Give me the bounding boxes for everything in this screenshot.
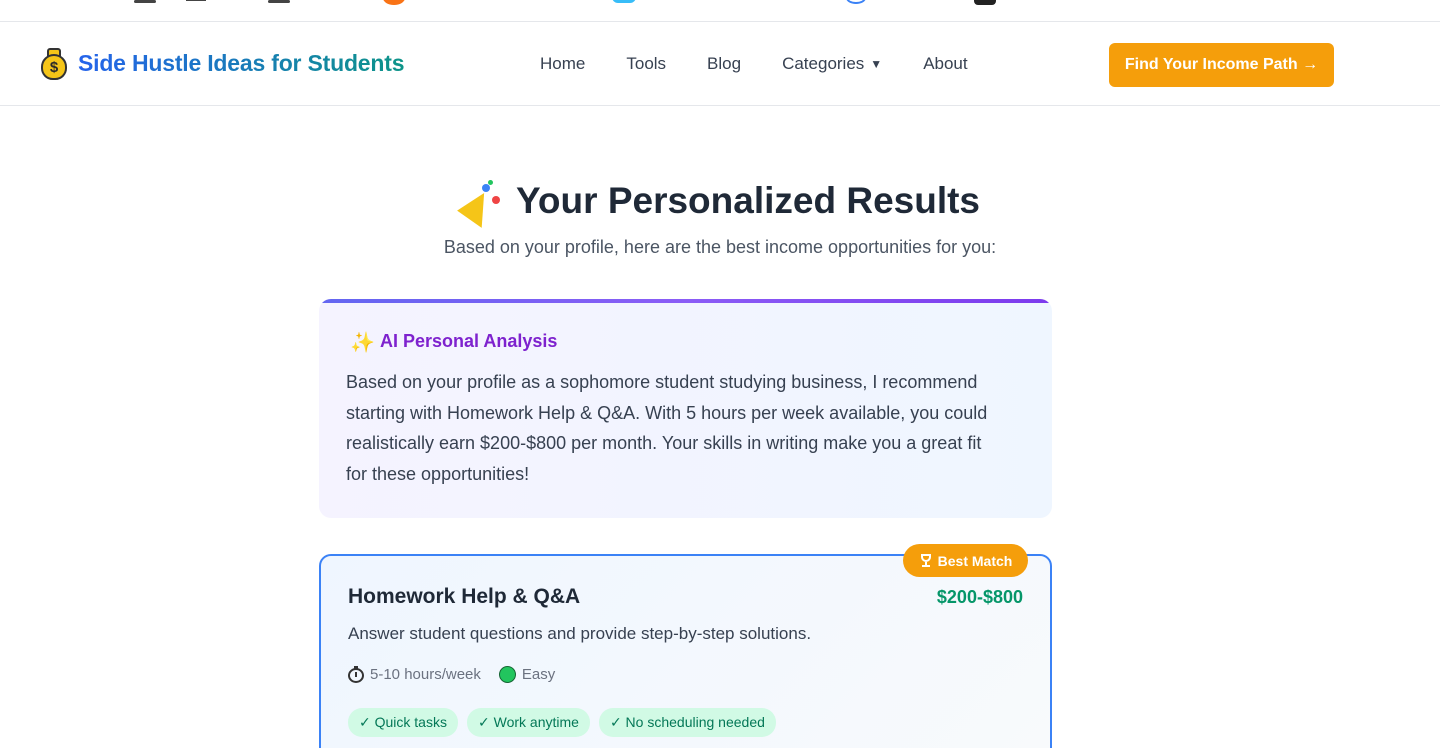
- toolbar-icon[interactable]: [268, 0, 290, 3]
- trophy-icon: [919, 553, 933, 568]
- difficulty-text: Easy: [521, 666, 556, 683]
- card-accent-bar: [319, 299, 1052, 303]
- nav-tools[interactable]: Tools: [626, 54, 666, 74]
- main-nav: Home Tools Blog Categories ▼ About: [540, 54, 1009, 74]
- time-commitment-text: 5-10 hours/week: [370, 666, 481, 683]
- brand-title: Side Hustle Ideas for Students: [78, 49, 405, 76]
- tag-no-scheduling: ✓ No scheduling needed: [598, 708, 776, 737]
- best-match-label: Best Match: [937, 552, 1013, 569]
- hustle-title: Homework Help & Q&A: [348, 585, 581, 608]
- toolbar-icon[interactable]: [186, 0, 206, 1]
- nav-blog[interactable]: Blog: [707, 54, 741, 74]
- nav-about[interactable]: About: [923, 54, 967, 74]
- toolbar-icon[interactable]: [974, 0, 996, 5]
- hustle-card[interactable]: Homework Help & Q&A $200-$800 Answer stu…: [319, 554, 1052, 748]
- best-match-badge: Best Match: [903, 544, 1028, 577]
- hustle-description: Answer student questions and provide ste…: [348, 624, 812, 643]
- party-popper-icon: [457, 180, 502, 228]
- ai-analysis-title: AI Personal Analysis: [380, 330, 558, 351]
- caret-down-icon: ▼: [870, 57, 883, 71]
- green-circle-icon: [498, 666, 516, 683]
- hustle-tags: ✓ Quick tasks ✓ Work anytime ✓ No schedu…: [348, 708, 776, 737]
- nav-home[interactable]: Home: [540, 54, 585, 74]
- find-income-path-button[interactable]: Find Your Income Path →: [1109, 43, 1334, 87]
- time-commitment: 5-10 hours/week: [348, 666, 481, 683]
- hustle-earnings: $200-$800: [936, 587, 1023, 607]
- ai-analysis-card: ✨ AI Personal Analysis Based on your pro…: [319, 299, 1052, 518]
- sparkles-icon: ✨: [350, 332, 375, 354]
- nav-categories-label: Categories: [782, 54, 865, 73]
- ai-analysis-header: ✨ AI Personal Analysis: [346, 329, 558, 354]
- hustle-meta: 5-10 hours/week Easy: [348, 666, 555, 683]
- tag-work-anytime: ✓ Work anytime: [466, 708, 590, 737]
- difficulty: Easy: [498, 666, 556, 683]
- stopwatch-icon: [348, 666, 364, 683]
- brand-logo-link[interactable]: $ Side Hustle Ideas for Students: [38, 46, 404, 80]
- nav-categories[interactable]: Categories ▼: [782, 54, 882, 74]
- tag-quick-tasks: ✓ Quick tasks: [348, 708, 458, 737]
- site-header: $ Side Hustle Ideas for Students Home To…: [0, 22, 1440, 106]
- toolbar-icon[interactable]: [134, 0, 156, 3]
- ai-analysis-text: Based on your profile as a sophomore stu…: [346, 372, 988, 484]
- page-title: Your Personalized Results: [516, 180, 980, 221]
- results-heading: Your Personalized Results: [0, 180, 1440, 228]
- results-subtitle: Based on your profile, here are the best…: [443, 237, 997, 257]
- toolbar-icon[interactable]: [383, 0, 405, 5]
- browser-toolbar-strip: [0, 0, 1440, 22]
- money-bag-icon: $: [38, 46, 68, 80]
- toolbar-icon[interactable]: [846, 0, 866, 4]
- toolbar-icon[interactable]: [612, 0, 636, 3]
